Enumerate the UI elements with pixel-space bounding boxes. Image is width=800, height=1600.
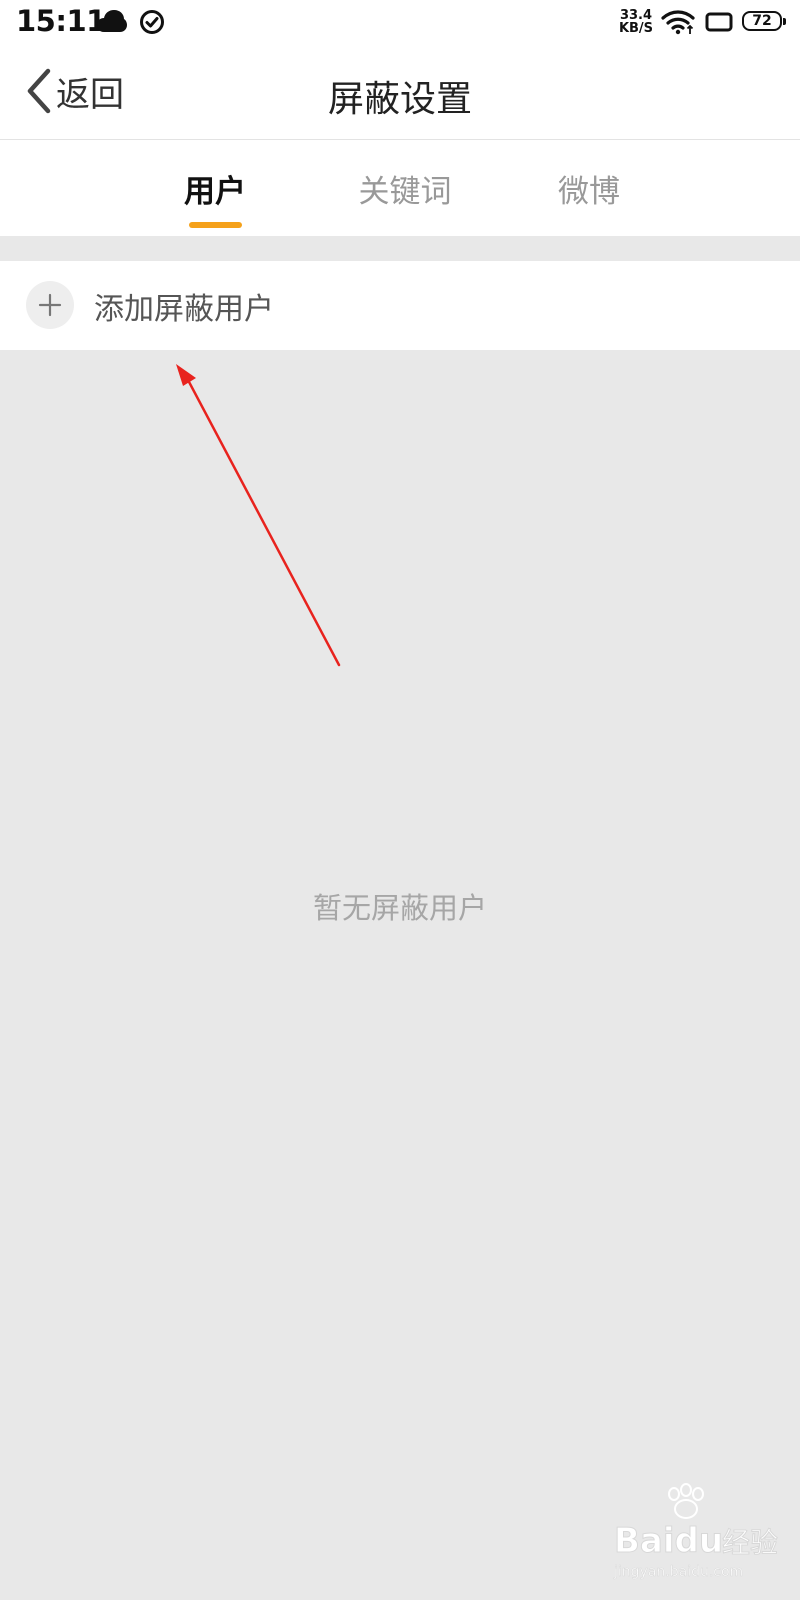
status-bar: 15:11 33.4 KB/S 72 (0, 0, 800, 44)
header-bar: 返回 屏蔽设置 (0, 44, 800, 140)
plus-circle (26, 281, 74, 329)
paw-icon (668, 1483, 704, 1519)
tab-users[interactable]: 用户 (145, 166, 285, 211)
battery-icon: 72 (742, 11, 786, 31)
tab-active-indicator (189, 222, 242, 228)
screen-rotate-icon (705, 12, 733, 36)
plus-icon (38, 293, 62, 317)
status-time: 15:11 (16, 4, 106, 38)
tab-keywords[interactable]: 关键词 (335, 166, 475, 211)
network-speed: 33.4 KB/S (616, 9, 656, 35)
watermark-product: 经验 (722, 1526, 778, 1559)
annotation-arrow (176, 364, 341, 667)
network-speed-unit: KB/S (618, 21, 654, 36)
tab-weibo[interactable]: 微博 (519, 166, 659, 211)
add-blocked-user-button[interactable]: 添加屏蔽用户 (0, 261, 800, 350)
watermark-brand: Baidu (614, 1521, 723, 1561)
baidu-jingyan-watermark: Baidu 经验 jingyan.baidu.com (612, 1482, 782, 1582)
tab-bar: 用户 关键词 微博 (0, 140, 800, 236)
watermark-url: jingyan.baidu.com (613, 1564, 743, 1580)
page-title: 屏蔽设置 (327, 79, 472, 120)
check-circle-icon (139, 9, 165, 39)
add-blocked-user-label: 添加屏蔽用户 (94, 292, 274, 327)
wifi-icon (661, 9, 695, 39)
cloud-icon (96, 8, 128, 38)
screen: 15:11 33.4 KB/S 72 返回 屏蔽设置 用户 关键词 微博 添加屏… (0, 0, 800, 1600)
empty-state-text: 暂无屏蔽用户 (312, 891, 487, 925)
